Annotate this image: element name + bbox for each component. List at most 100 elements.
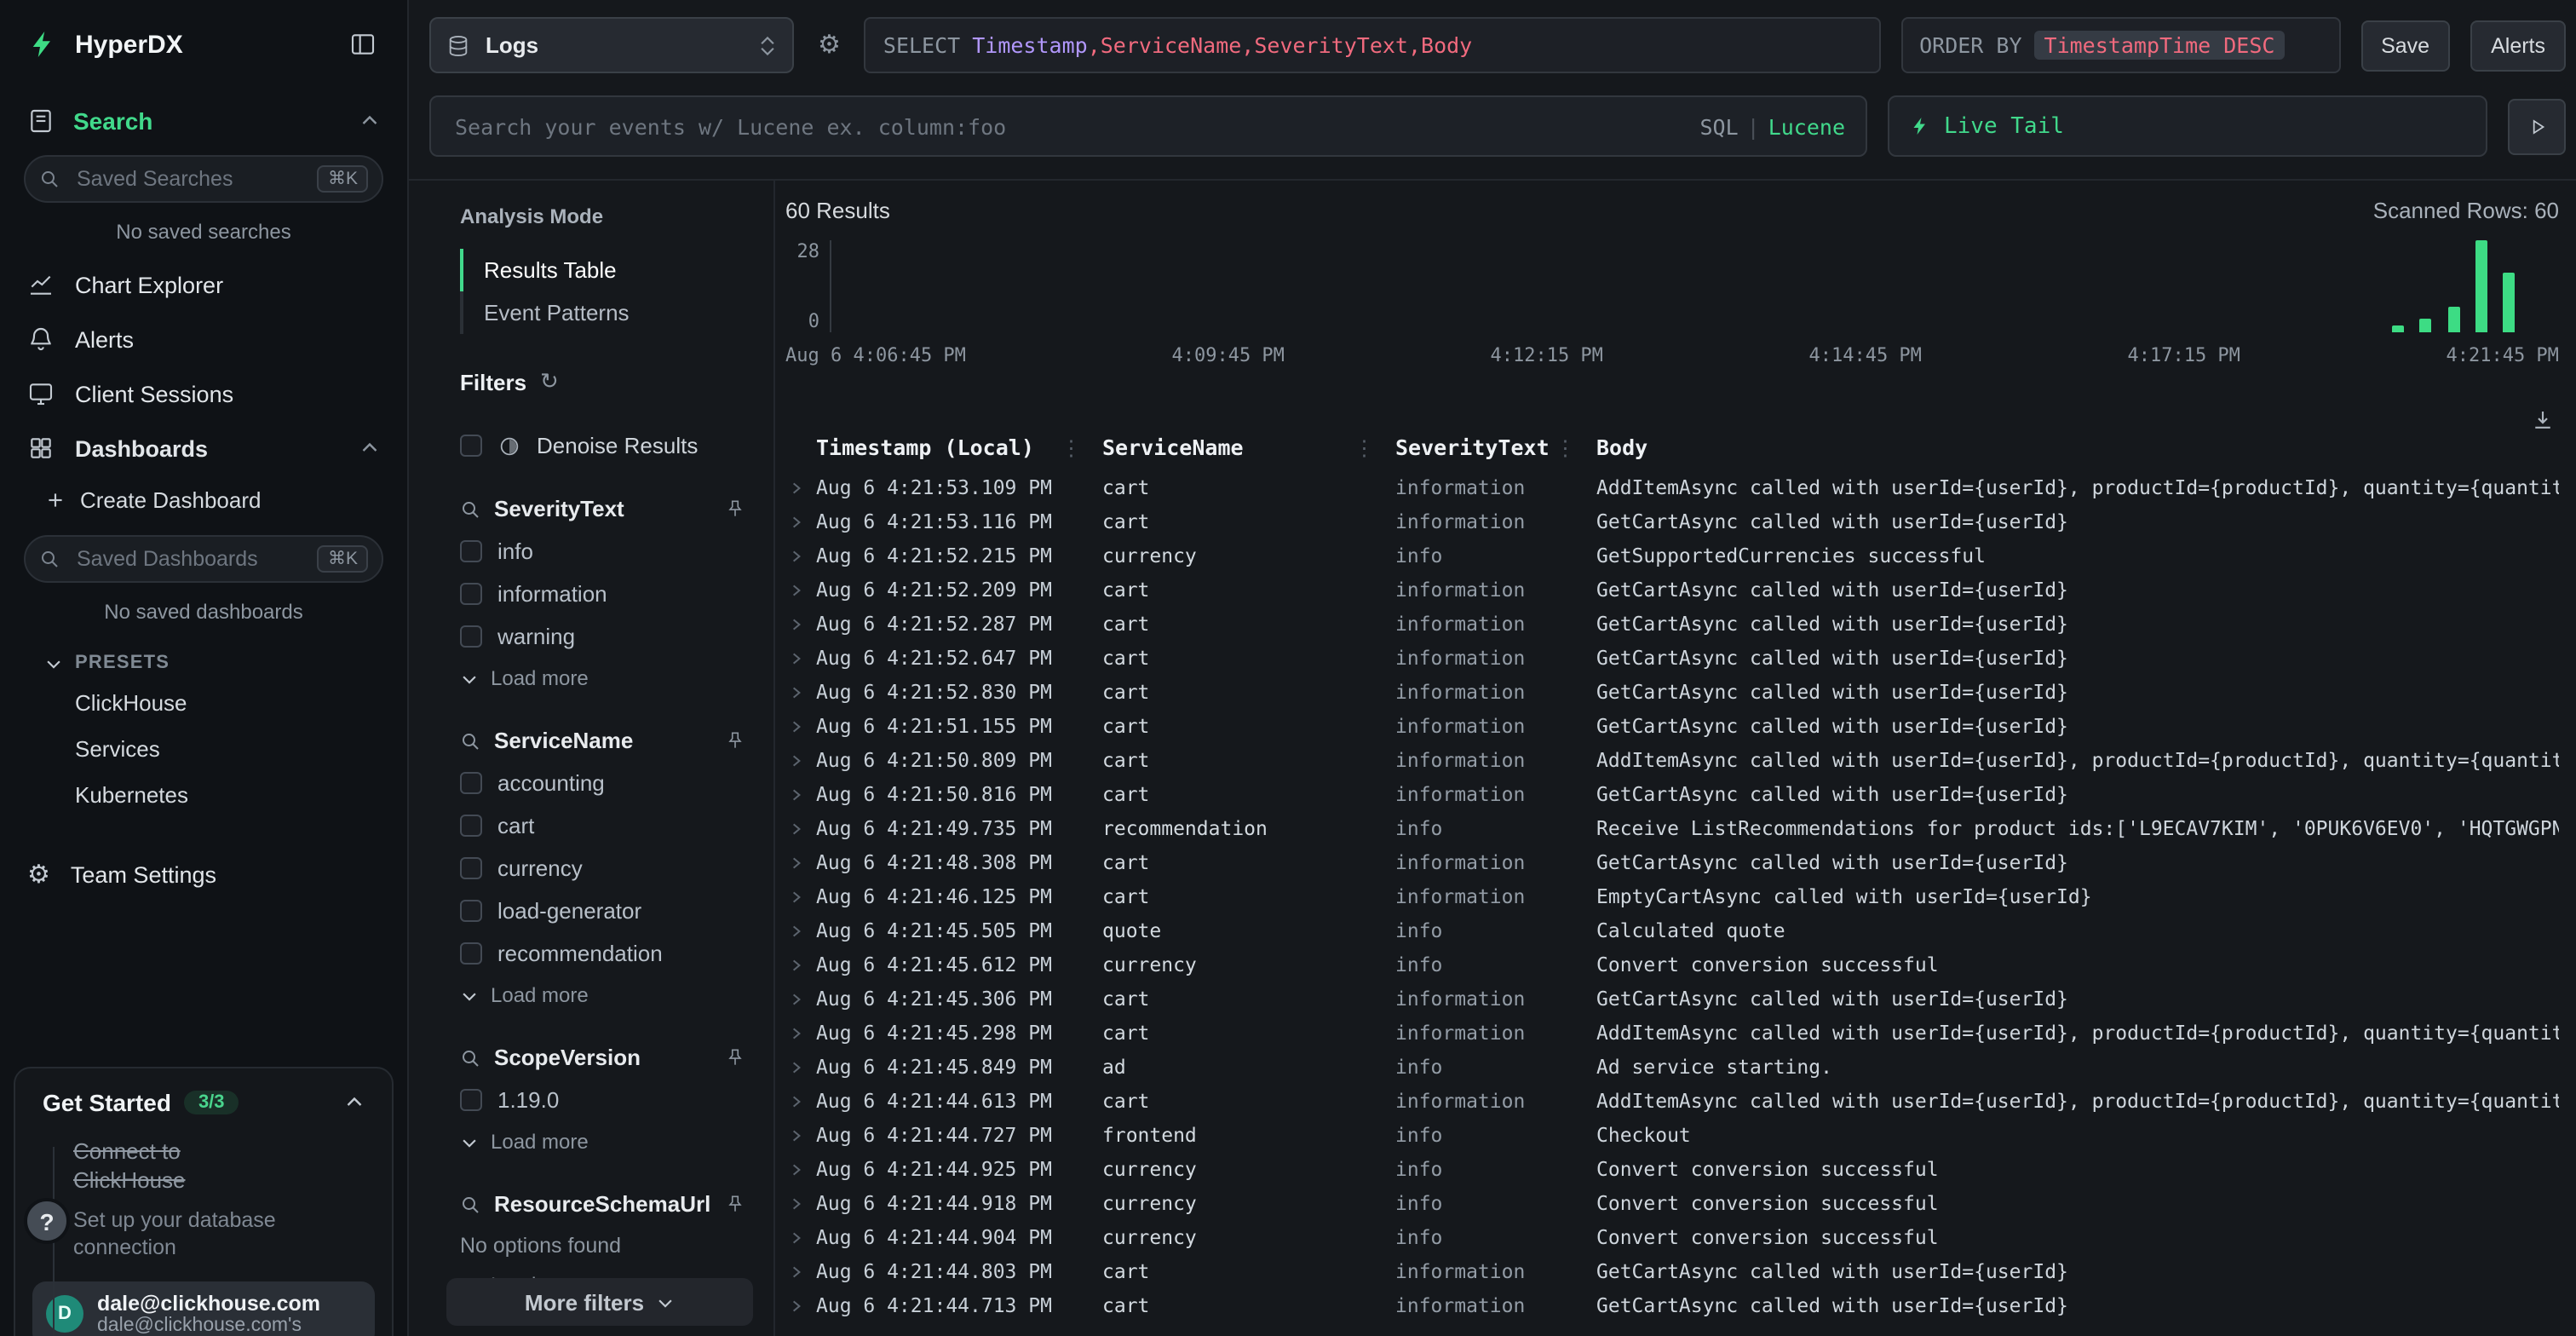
log-row[interactable]: Aug 6 4:21:45.612 PMcurrencyinfoConvert … bbox=[785, 947, 2559, 982]
filter-option-accounting[interactable]: accounting bbox=[460, 770, 756, 796]
account-row[interactable]: D dale@clickhouse.com dale@clickhouse.co… bbox=[32, 1281, 375, 1336]
select-columns-input[interactable]: SELECTTimestamp,ServiceName,SeverityText… bbox=[865, 17, 1880, 73]
mode-event-patterns[interactable]: Event Patterns bbox=[460, 291, 756, 334]
histogram-plot[interactable] bbox=[830, 240, 2559, 332]
checkbox[interactable] bbox=[460, 900, 482, 922]
order-by-input[interactable]: ORDER BY TimestampTime DESC bbox=[1900, 17, 2340, 73]
expand-row-icon[interactable] bbox=[785, 718, 816, 734]
checkbox[interactable] bbox=[460, 942, 482, 965]
histogram-bar[interactable] bbox=[2419, 320, 2431, 332]
column-resize-handle[interactable]: ⋮ bbox=[1061, 435, 1082, 460]
log-row[interactable]: Aug 6 4:21:44.918 PMcurrencyinfoConvert … bbox=[785, 1186, 2559, 1220]
column-header-body[interactable]: Body bbox=[1596, 435, 2559, 460]
filter-option-load-generator[interactable]: load-generator bbox=[460, 898, 756, 924]
expand-row-icon[interactable] bbox=[785, 1127, 816, 1143]
log-row[interactable]: Aug 6 4:21:53.116 PMcartinformationGetCa… bbox=[785, 504, 2559, 538]
create-dashboard-button[interactable]: Create Dashboard bbox=[0, 475, 407, 525]
expand-row-icon[interactable] bbox=[785, 923, 816, 938]
get-started-step-connect[interactable]: Connect to ClickHouse Set up your databa… bbox=[73, 1137, 368, 1261]
column-header-severitytext[interactable]: SeverityText⋮ bbox=[1395, 435, 1596, 460]
log-row[interactable]: Aug 6 4:21:52.287 PMcartinformationGetCa… bbox=[785, 607, 2559, 641]
expand-row-icon[interactable] bbox=[785, 1298, 816, 1313]
query-language-toggle[interactable]: SQL|Lucene bbox=[1699, 113, 1845, 139]
log-row[interactable]: Aug 6 4:21:45.505 PMquoteinfoCalculated … bbox=[785, 913, 2559, 947]
log-row[interactable]: Aug 6 4:21:44.613 PMcartinformationAddIt… bbox=[785, 1084, 2559, 1118]
sidebar-item-client-sessions[interactable]: Client Sessions bbox=[0, 366, 407, 421]
sidebar-item-team-settings[interactable]: ⚙ Team Settings bbox=[0, 845, 407, 903]
log-row[interactable]: Aug 6 4:21:52.209 PMcartinformationGetCa… bbox=[785, 573, 2559, 607]
more-filters-button[interactable]: More filters bbox=[446, 1278, 753, 1326]
expand-row-icon[interactable] bbox=[785, 1161, 816, 1177]
download-results-button[interactable] bbox=[2530, 407, 2556, 433]
expand-row-icon[interactable] bbox=[785, 752, 816, 768]
log-row[interactable]: Aug 6 4:21:53.109 PMcartinformationAddIt… bbox=[785, 470, 2559, 504]
log-row[interactable]: Aug 6 4:21:45.298 PMcartinformationAddIt… bbox=[785, 1016, 2559, 1050]
log-row[interactable]: Aug 6 4:21:51.155 PMcartinformationGetCa… bbox=[785, 709, 2559, 743]
pin-icon[interactable] bbox=[724, 729, 746, 752]
saved-searches-input[interactable]: ⌘K bbox=[24, 155, 383, 203]
filter-option-info[interactable]: info bbox=[460, 538, 756, 564]
filter-option-recommendation[interactable]: recommendation bbox=[460, 941, 756, 966]
log-row[interactable]: Aug 6 4:21:45.306 PMcartinformationGetCa… bbox=[785, 982, 2559, 1016]
expand-row-icon[interactable] bbox=[785, 991, 816, 1006]
log-row[interactable]: Aug 6 4:21:48.308 PMcartinformationGetCa… bbox=[785, 845, 2559, 879]
expand-row-icon[interactable] bbox=[785, 957, 816, 972]
log-row[interactable]: Aug 6 4:21:50.809 PMcartinformationAddIt… bbox=[785, 743, 2559, 777]
checkbox[interactable] bbox=[460, 772, 482, 794]
sidebar-section-search[interactable]: Search bbox=[0, 92, 407, 145]
mode-results-table[interactable]: Results Table bbox=[460, 249, 756, 291]
preset-item-clickhouse[interactable]: ClickHouse bbox=[0, 680, 407, 726]
log-row[interactable]: Aug 6 4:21:45.849 PMadinfoAd service sta… bbox=[785, 1050, 2559, 1084]
checkbox[interactable] bbox=[460, 625, 482, 648]
checkbox[interactable] bbox=[460, 1089, 482, 1111]
event-search-input[interactable]: SQL|Lucene bbox=[429, 95, 1867, 157]
expand-row-icon[interactable] bbox=[785, 855, 816, 870]
expand-row-icon[interactable] bbox=[785, 786, 816, 802]
filter-option-1.19.0[interactable]: 1.19.0 bbox=[460, 1087, 756, 1113]
expand-row-icon[interactable] bbox=[785, 1059, 816, 1074]
denoise-results-option[interactable]: Denoise Results bbox=[460, 433, 756, 458]
log-row[interactable]: Aug 6 4:21:44.803 PMcartinformationGetCa… bbox=[785, 1254, 2559, 1288]
live-tail-button[interactable]: Live Tail bbox=[1888, 95, 2487, 157]
expand-row-icon[interactable] bbox=[785, 582, 816, 597]
sidebar-collapse-button[interactable] bbox=[346, 27, 380, 61]
log-row[interactable]: Aug 6 4:21:44.904 PMcurrencyinfoConvert … bbox=[785, 1220, 2559, 1254]
log-row[interactable]: Aug 6 4:21:44.925 PMcurrencyinfoConvert … bbox=[785, 1152, 2559, 1186]
checkbox[interactable] bbox=[460, 540, 482, 562]
expand-row-icon[interactable] bbox=[785, 1195, 816, 1211]
log-row[interactable]: Aug 6 4:21:50.816 PMcartinformationGetCa… bbox=[785, 777, 2559, 811]
expand-row-icon[interactable] bbox=[785, 1025, 816, 1040]
sidebar-item-chart-explorer[interactable]: Chart Explorer bbox=[0, 257, 407, 312]
preset-item-services[interactable]: Services bbox=[0, 726, 407, 772]
help-button[interactable]: ? bbox=[24, 1198, 70, 1244]
refresh-filters-icon[interactable]: ↻ bbox=[540, 368, 559, 395]
expand-row-icon[interactable] bbox=[785, 684, 816, 700]
get-started-header[interactable]: Get Started 3/3 bbox=[15, 1068, 392, 1130]
column-resize-handle[interactable]: ⋮ bbox=[1354, 435, 1375, 460]
column-header-servicename[interactable]: ServiceName⋮ bbox=[1102, 435, 1395, 460]
log-row[interactable]: Aug 6 4:21:44.713 PMcartinformationGetCa… bbox=[785, 1288, 2559, 1322]
expand-row-icon[interactable] bbox=[785, 650, 816, 665]
expand-row-icon[interactable] bbox=[785, 1229, 816, 1245]
saved-dashboards-input[interactable]: ⌘K bbox=[24, 535, 383, 583]
log-row[interactable]: Aug 6 4:21:44.727 PMfrontendinfoCheckout bbox=[785, 1118, 2559, 1152]
chevron-up-icon[interactable] bbox=[359, 111, 380, 131]
load-more-button[interactable]: Load more bbox=[460, 983, 756, 1007]
source-settings-button[interactable]: ⚙ bbox=[814, 29, 844, 61]
log-row[interactable]: Aug 6 4:21:52.215 PMcurrencyinfoGetSuppo… bbox=[785, 538, 2559, 573]
sql-mode-option[interactable]: SQL bbox=[1699, 113, 1738, 139]
checkbox[interactable] bbox=[460, 583, 482, 605]
expand-row-icon[interactable] bbox=[785, 1264, 816, 1279]
log-row[interactable]: Aug 6 4:21:52.647 PMcartinformationGetCa… bbox=[785, 641, 2559, 675]
expand-row-icon[interactable] bbox=[785, 548, 816, 563]
checkbox[interactable] bbox=[460, 815, 482, 837]
sidebar-item-dashboards[interactable]: Dashboards bbox=[0, 421, 407, 475]
saved-searches-field[interactable] bbox=[73, 165, 304, 193]
filter-option-cart[interactable]: cart bbox=[460, 813, 756, 838]
column-header-timestamp[interactable]: Timestamp (Local)⋮ bbox=[816, 435, 1102, 460]
load-more-button[interactable]: Load more bbox=[460, 666, 756, 690]
histogram-bar[interactable] bbox=[2392, 325, 2404, 332]
expand-row-icon[interactable] bbox=[785, 821, 816, 836]
log-row[interactable]: Aug 6 4:21:49.735 PMrecommendationinfoRe… bbox=[785, 811, 2559, 845]
load-more-button[interactable]: Load more bbox=[460, 1130, 756, 1154]
